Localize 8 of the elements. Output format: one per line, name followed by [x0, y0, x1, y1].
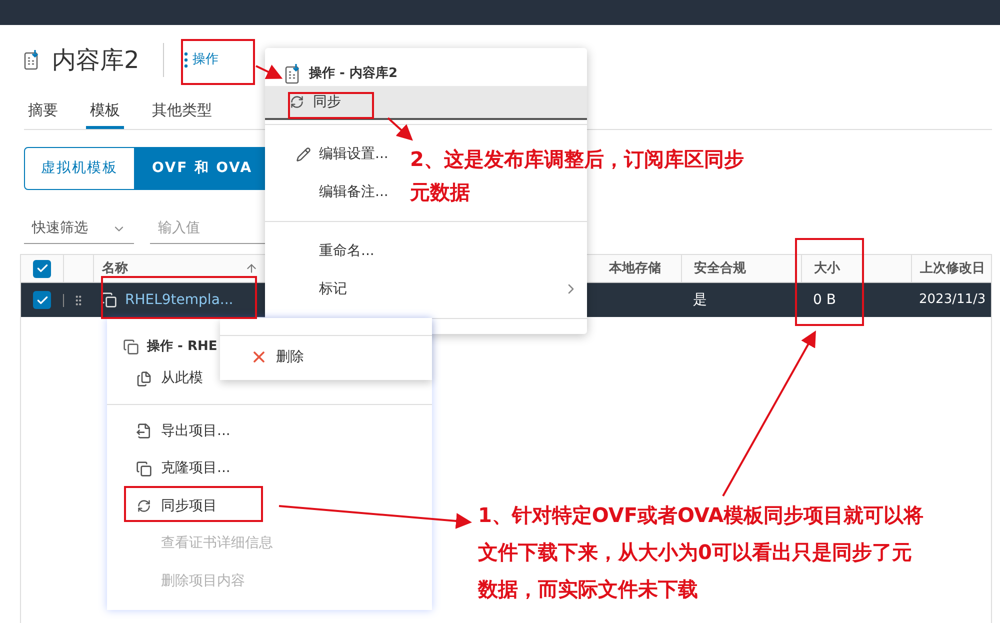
annotation-note: 2、这是发布库调整后，订阅库区同步元数据: [410, 146, 745, 206]
table-cell: 0 B: [813, 292, 836, 308]
table-cell: 是: [693, 292, 707, 308]
table-cell: 2023/11/3: [919, 292, 986, 308]
menu-title: 操作 - 内容库2: [309, 64, 398, 84]
menu-title: 操作 - RHE: [147, 338, 218, 356]
page-title: 内容库2: [52, 45, 140, 76]
annotation-note: 1、针对特定OVF或者OVA模板同步项目就可以将文件下载下来，从大小为0可以看出只是同步了元数据，而实际文件未下载: [478, 502, 925, 603]
